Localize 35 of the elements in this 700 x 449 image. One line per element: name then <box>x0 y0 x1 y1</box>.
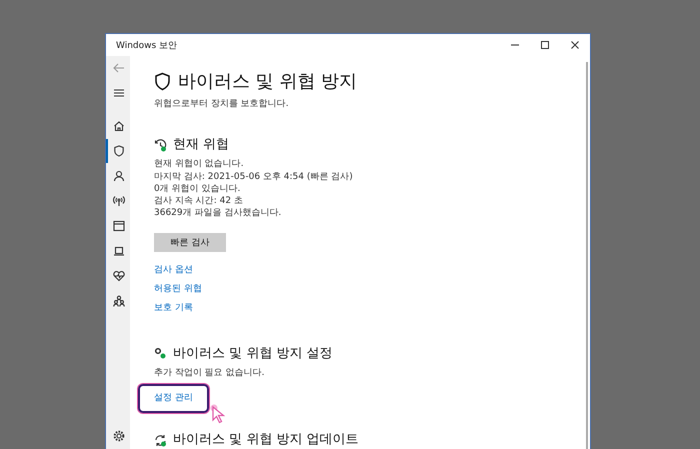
status-text: 현재 위협이 없습니다. <box>154 158 245 171</box>
menu-icon <box>113 87 125 99</box>
refresh-icon <box>154 434 167 446</box>
link[interactable]: 허용된 위협 <box>154 282 202 296</box>
home-icon <box>113 120 125 132</box>
section-title: 바이러스 및 위협 방지 설정 <box>173 344 333 363</box>
page-title: 바이러스 및 위협 방지 <box>178 70 358 94</box>
link[interactable]: 설정 관리 <box>138 384 209 413</box>
close-icon <box>570 40 580 50</box>
scrollbar[interactable] <box>586 62 588 449</box>
shield-icon <box>154 72 171 91</box>
shield-icon <box>113 145 125 157</box>
heart-icon <box>113 270 125 282</box>
cursor-icon <box>210 404 226 424</box>
link[interactable]: 검사 옵션 <box>154 264 193 277</box>
status-text: 36629개 파일을 검사했습니다. <box>154 207 282 220</box>
status-text: 추가 작업이 필요 없습니다. <box>154 366 266 379</box>
section-title: 바이러스 및 위협 방지 업데이트 <box>173 431 359 449</box>
maximize-icon <box>540 40 550 50</box>
person-icon <box>113 170 125 182</box>
status-text: 검사 지속 시간: 42 초 <box>154 195 244 208</box>
page-subtitle: 위협으로부터 장치를 보호합니다. <box>154 98 290 110</box>
window-title: Windows 보안 <box>116 40 178 52</box>
status-text: 0개 위협이 있습니다. <box>154 182 242 196</box>
settings-icon <box>113 430 125 442</box>
family-icon <box>113 295 125 307</box>
status-text: 마지막 검사: 2021-05-06 오후 4:54 (빠른 검사) <box>154 170 354 183</box>
quick-scan-button[interactable]: 빠른 검사 <box>154 232 226 252</box>
signal-icon <box>113 195 125 207</box>
back-icon <box>113 62 125 74</box>
section-title: 현재 위협 <box>173 136 230 154</box>
clock-check-icon <box>154 138 167 152</box>
laptop-icon <box>113 245 125 257</box>
browser-window-icon <box>113 220 125 232</box>
link[interactable]: 보호 기록 <box>154 302 193 315</box>
